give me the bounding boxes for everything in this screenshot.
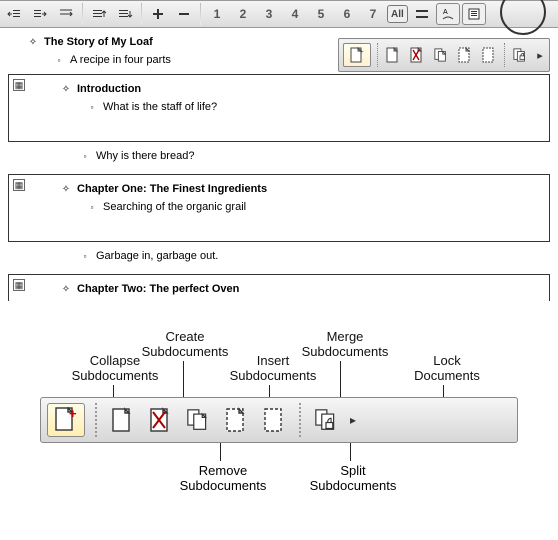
separator xyxy=(95,403,97,437)
show-level-7[interactable]: 7 xyxy=(361,3,385,25)
bullet-icon: ▫ xyxy=(87,201,97,215)
outline-toolbar: 1 2 3 4 5 6 7 All A xyxy=(0,0,558,28)
demote-to-body-icon[interactable] xyxy=(54,3,78,25)
promote-icon[interactable] xyxy=(2,3,26,25)
outline-plus-icon: ✧ xyxy=(61,283,71,297)
show-formatting-icon[interactable]: A xyxy=(436,3,460,25)
subdocument-handle-icon[interactable]: ▦ xyxy=(13,79,25,91)
show-level-1[interactable]: 1 xyxy=(205,3,229,25)
subdocument-mini-toolbar: + ▸ xyxy=(338,38,550,72)
move-down-icon[interactable] xyxy=(113,3,137,25)
show-all-levels[interactable]: All xyxy=(387,5,408,23)
separator xyxy=(200,3,201,25)
svg-text:+: + xyxy=(359,47,364,56)
label-merge: Merge Subdocuments xyxy=(290,329,400,359)
create-subdocument-button[interactable] xyxy=(103,403,141,437)
body-text: Garbage in, garbage out. xyxy=(96,250,218,262)
master-document-view-icon[interactable] xyxy=(462,3,486,25)
outline-row[interactable]: ✧ Chapter One: The Finest Ingredients xyxy=(61,181,543,199)
move-up-icon[interactable] xyxy=(87,3,111,25)
subdocument-handle-icon[interactable]: ▦ xyxy=(13,279,25,291)
toolbar-overflow-icon[interactable]: ▸ xyxy=(345,403,361,437)
show-level-6[interactable]: 6 xyxy=(335,3,359,25)
subdocument-box: ▦ ✧ Introduction ▫ What is the staff of … xyxy=(8,74,550,142)
svg-text:+: + xyxy=(69,407,77,421)
outline-row[interactable]: ▫ What is the staff of life? xyxy=(87,99,543,117)
split-subdocument-button[interactable] xyxy=(255,403,293,437)
remove-subdocument-icon[interactable] xyxy=(408,45,426,65)
annotated-master-toolbar: Collapse Subdocuments Create Subdocument… xyxy=(0,329,558,503)
heading-text: Chapter One: The Finest Ingredients xyxy=(77,183,267,195)
lock-documents-icon[interactable] xyxy=(511,45,529,65)
collapse-subdocuments-button[interactable]: + xyxy=(47,403,85,437)
outline-row[interactable]: ✧ Chapter Two: The perfect Oven xyxy=(61,281,543,299)
insert-subdocument-button[interactable] xyxy=(179,403,217,437)
merge-subdocument-icon[interactable] xyxy=(456,45,474,65)
show-level-2[interactable]: 2 xyxy=(231,3,255,25)
bullet-icon: ▫ xyxy=(80,150,90,164)
subdocument-box: ▦ ✧ Chapter One: The Finest Ingredients … xyxy=(8,174,550,242)
label-split: Split Subdocuments xyxy=(298,463,408,493)
show-level-3[interactable]: 3 xyxy=(257,3,281,25)
demote-icon[interactable] xyxy=(28,3,52,25)
outline-plus-icon: ✧ xyxy=(61,83,71,97)
create-subdocument-icon[interactable] xyxy=(384,45,402,65)
svg-text:A: A xyxy=(443,9,448,16)
master-toolbar-large: + ▸ xyxy=(40,397,518,443)
separator xyxy=(141,3,142,25)
bullet-icon: ▫ xyxy=(80,250,90,264)
insert-subdocument-icon[interactable] xyxy=(432,45,450,65)
heading-text: Introduction xyxy=(77,83,141,95)
subdocument-handle-icon[interactable]: ▦ xyxy=(13,179,25,191)
label-lock: Lock Documents xyxy=(392,353,502,383)
separator xyxy=(377,43,378,67)
bullet-icon: ▫ xyxy=(87,101,97,115)
document-title: The Story of My Loaf xyxy=(44,36,153,48)
document-subtitle: A recipe in four parts xyxy=(70,54,171,66)
separator xyxy=(82,3,83,25)
outline-plus-icon: ✧ xyxy=(28,36,38,50)
outline-row[interactable]: ▫ Why is there bread? xyxy=(80,148,550,166)
outline-plus-icon: ✧ xyxy=(61,183,71,197)
label-remove: Remove Subdocuments xyxy=(168,463,278,493)
first-line-only-icon[interactable] xyxy=(410,3,434,25)
subdocument-box: ▦ ✧ Chapter Two: The perfect Oven xyxy=(8,274,550,301)
top-callout-labels: Collapse Subdocuments Create Subdocument… xyxy=(40,329,518,397)
body-text: What is the staff of life? xyxy=(103,101,217,113)
split-subdocument-icon[interactable] xyxy=(480,45,498,65)
show-level-4[interactable]: 4 xyxy=(283,3,307,25)
outline-row[interactable]: ▫ Garbage in, garbage out. xyxy=(80,248,550,266)
expand-icon[interactable] xyxy=(146,3,170,25)
bullet-icon: ▫ xyxy=(54,54,64,68)
merge-subdocument-button[interactable] xyxy=(217,403,255,437)
bottom-callout-labels: Remove Subdocuments Split Subdocuments xyxy=(40,443,518,493)
heading-text: Chapter Two: The perfect Oven xyxy=(77,283,239,295)
lock-documents-button[interactable] xyxy=(307,403,345,437)
collapse-subdocuments-button[interactable]: + xyxy=(343,43,371,67)
outline-row[interactable]: ▫ Searching of the organic grail xyxy=(87,199,543,217)
toolbar-overflow-icon[interactable]: ▸ xyxy=(535,49,545,62)
body-text: Why is there bread? xyxy=(96,150,194,162)
collapse-icon[interactable] xyxy=(172,3,196,25)
separator xyxy=(504,43,505,67)
body-text: Searching of the organic grail xyxy=(103,201,246,213)
outline-row[interactable]: ✧ Introduction xyxy=(61,81,543,99)
remove-subdocument-button[interactable] xyxy=(141,403,179,437)
show-level-5[interactable]: 5 xyxy=(309,3,333,25)
separator xyxy=(299,403,301,437)
